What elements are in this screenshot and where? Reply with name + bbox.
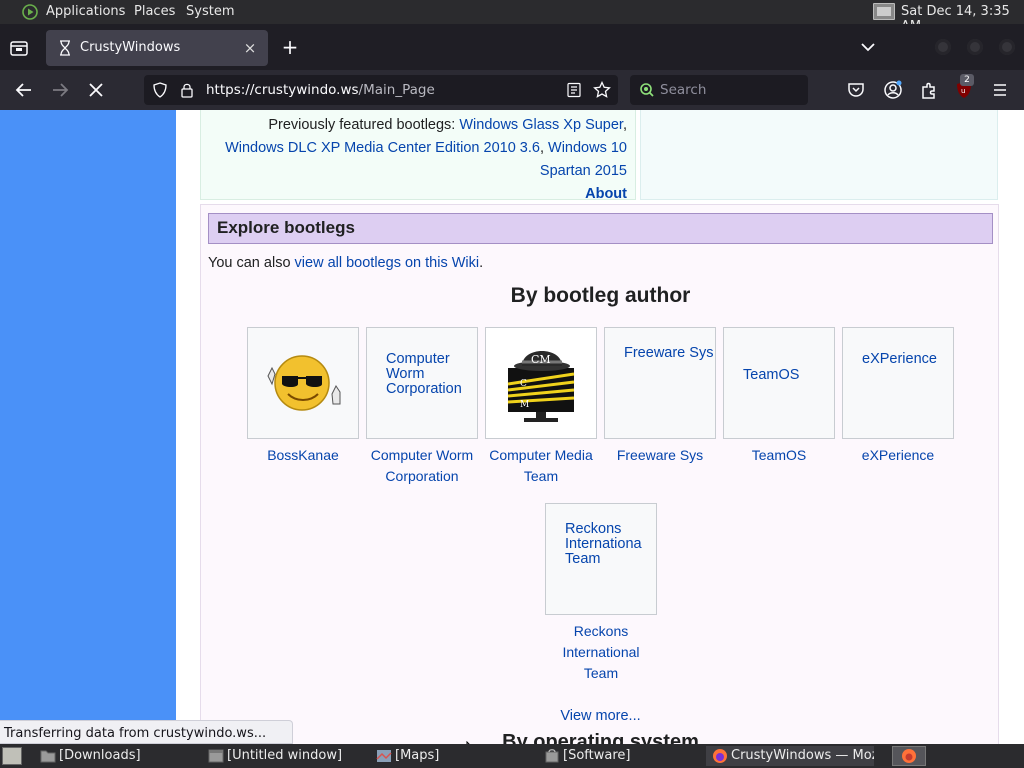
tab-crustywindows[interactable]: CrustyWindows × xyxy=(46,30,268,66)
card-text-teamos[interactable]: TeamOS xyxy=(743,368,833,383)
list-all-tabs-chevron-icon[interactable] xyxy=(858,38,878,56)
minimize-button[interactable] xyxy=(935,39,951,55)
desktop-background xyxy=(0,110,176,744)
maximize-button[interactable] xyxy=(967,39,983,55)
maps-icon xyxy=(376,750,392,762)
svg-text:u: u xyxy=(961,87,965,95)
search-input[interactable] xyxy=(660,80,800,100)
applications-logo-icon[interactable] xyxy=(22,4,38,20)
author-label-reckons-international-team[interactable]: Reckons International Team xyxy=(555,621,647,684)
author-card-teamos[interactable]: TeamOS xyxy=(723,327,835,439)
view-more-link[interactable]: View more... xyxy=(201,708,1000,724)
firefox-view-icon[interactable] xyxy=(8,37,30,59)
section-title-by-os: By operating system xyxy=(502,731,699,744)
svg-text:C: C xyxy=(520,379,527,389)
about-link[interactable]: About xyxy=(585,186,627,202)
task-untitled-window[interactable]: [Untitled window] xyxy=(202,746,362,766)
account-icon[interactable] xyxy=(882,79,904,101)
explore-bootlegs-box: Explore bootlegs You can also view all b… xyxy=(200,204,999,744)
folder-icon xyxy=(40,750,56,763)
author-card-freeware-sys[interactable]: Freeware Sys xyxy=(604,327,716,439)
author-label-experience[interactable]: eXPerience xyxy=(828,445,968,466)
web-content[interactable]: Previously featured bootlegs: Windows Gl… xyxy=(0,110,1024,744)
close-window-button[interactable] xyxy=(999,39,1015,55)
card-text-experience[interactable]: eXPerience xyxy=(862,352,952,367)
card-text-computer-worm[interactable]: Computer Worm Corporation xyxy=(386,352,476,397)
status-panel: Transferring data from crustywindo.ws... xyxy=(0,720,293,744)
menu-system[interactable]: System xyxy=(186,4,234,19)
featured-link-win10-spartan[interactable]: Windows 10 Spartan 2015 xyxy=(540,140,627,179)
task-downloads[interactable]: [Downloads] xyxy=(34,746,194,766)
tab-title: CrustyWindows xyxy=(80,40,181,55)
lock-icon[interactable] xyxy=(180,82,194,98)
tab-close-icon[interactable]: × xyxy=(242,38,258,58)
task-crustywindows-firefox[interactable]: CrustyWindows — Mozilla Firefox xyxy=(706,746,874,766)
menu-applications[interactable]: Applications xyxy=(46,4,125,19)
explore-heading: Explore bootlegs xyxy=(217,218,355,237)
featured-box: Previously featured bootlegs: Windows Gl… xyxy=(200,110,636,202)
side-box xyxy=(640,110,998,200)
task-label-software: [Software] xyxy=(563,748,631,763)
featured-link-glass-xp[interactable]: Windows Glass Xp Super xyxy=(459,117,623,133)
author-card-reckons-international-team[interactable]: Reckons Internationa Team xyxy=(545,503,657,615)
svg-text:CM: CM xyxy=(531,353,551,366)
window-icon xyxy=(208,749,224,763)
hamburger-menu-icon[interactable] xyxy=(989,79,1011,101)
firefox-tray-icon[interactable] xyxy=(892,746,926,766)
show-desktop-icon[interactable] xyxy=(2,747,22,765)
bookmark-star-icon[interactable] xyxy=(593,81,611,99)
taskbar: [Downloads] [Untitled window] [Maps] [So… xyxy=(0,744,1024,768)
svg-text:M: M xyxy=(520,400,529,410)
stop-loading-icon[interactable] xyxy=(83,78,109,102)
author-card-bosskanae[interactable] xyxy=(247,327,359,439)
task-label-downloads: [Downloads] xyxy=(59,748,141,763)
hourglass-icon xyxy=(60,40,70,56)
firefox-icon xyxy=(713,749,727,763)
task-label-firefox: CrustyWindows — Mozilla Firefox xyxy=(731,748,874,763)
new-tab-button[interactable]: + xyxy=(278,36,302,60)
top-panel: Applications Places System Sat Dec 14, 3… xyxy=(0,0,1024,34)
task-label-maps: [Maps] xyxy=(395,748,440,763)
intro-suffix: . xyxy=(479,255,484,271)
wiki-page: Previously featured bootlegs: Windows Gl… xyxy=(176,110,1024,744)
smiley-sunglasses-icon xyxy=(267,355,341,411)
firefox-tray-logo-icon xyxy=(902,749,916,763)
author-card-experience[interactable]: eXPerience xyxy=(842,327,954,439)
back-arrow-icon[interactable] xyxy=(11,78,37,102)
author-card-computer-media-team[interactable]: CM C M xyxy=(485,327,597,439)
view-all-bootlegs-link[interactable]: view all bootlegs on this Wiki xyxy=(295,255,480,271)
extensions-puzzle-icon[interactable] xyxy=(918,79,940,101)
url-path: /Main_Page xyxy=(358,82,435,98)
ublock-count-badge: 2 xyxy=(960,74,974,86)
explore-header: Explore bootlegs xyxy=(208,213,993,244)
reader-view-icon[interactable] xyxy=(566,82,582,98)
author-card-computer-worm-corporation[interactable]: Computer Worm Corporation xyxy=(366,327,478,439)
section-title-by-author: By bootleg author xyxy=(510,284,691,307)
featured-prefix: Previously featured bootlegs: xyxy=(268,117,456,133)
tracking-protection-shield-icon[interactable] xyxy=(152,82,168,98)
url-host: https://crustywindo.ws xyxy=(206,82,359,98)
card-text-freeware-sys[interactable]: Freeware Sys xyxy=(624,346,714,361)
intro-text: You can also view all bootlegs on this W… xyxy=(208,255,483,271)
intro-prefix: You can also xyxy=(208,255,295,271)
screen-icon[interactable] xyxy=(873,3,895,20)
featured-link-dlc-xp[interactable]: Windows DLC XP Media Center Edition 2010… xyxy=(225,140,540,156)
task-label-untitled: [Untitled window] xyxy=(227,748,343,763)
pocket-icon[interactable] xyxy=(845,79,867,101)
task-software[interactable]: [Software] xyxy=(538,746,698,766)
forward-arrow-icon[interactable] xyxy=(47,78,73,102)
navigation-bar: https://crustywindo.ws/Main_Page u xyxy=(0,70,1024,110)
address-bar[interactable]: https://crustywindo.ws/Main_Page xyxy=(144,75,618,105)
software-icon xyxy=(545,749,559,763)
menu-places[interactable]: Places xyxy=(134,4,175,19)
card-text-reckons[interactable]: Reckons Internationa Team xyxy=(565,522,655,567)
search-engine-icon[interactable] xyxy=(638,82,656,98)
task-maps[interactable]: [Maps] xyxy=(370,746,530,766)
search-bar[interactable] xyxy=(630,75,808,105)
url-text[interactable]: https://crustywindo.ws/Main_Page xyxy=(206,82,435,98)
cmt-logo-icon: CM C M xyxy=(507,351,575,422)
featured-text: Previously featured bootlegs: Windows Gl… xyxy=(225,117,627,202)
tab-bar: CrustyWindows × + xyxy=(0,24,1024,70)
